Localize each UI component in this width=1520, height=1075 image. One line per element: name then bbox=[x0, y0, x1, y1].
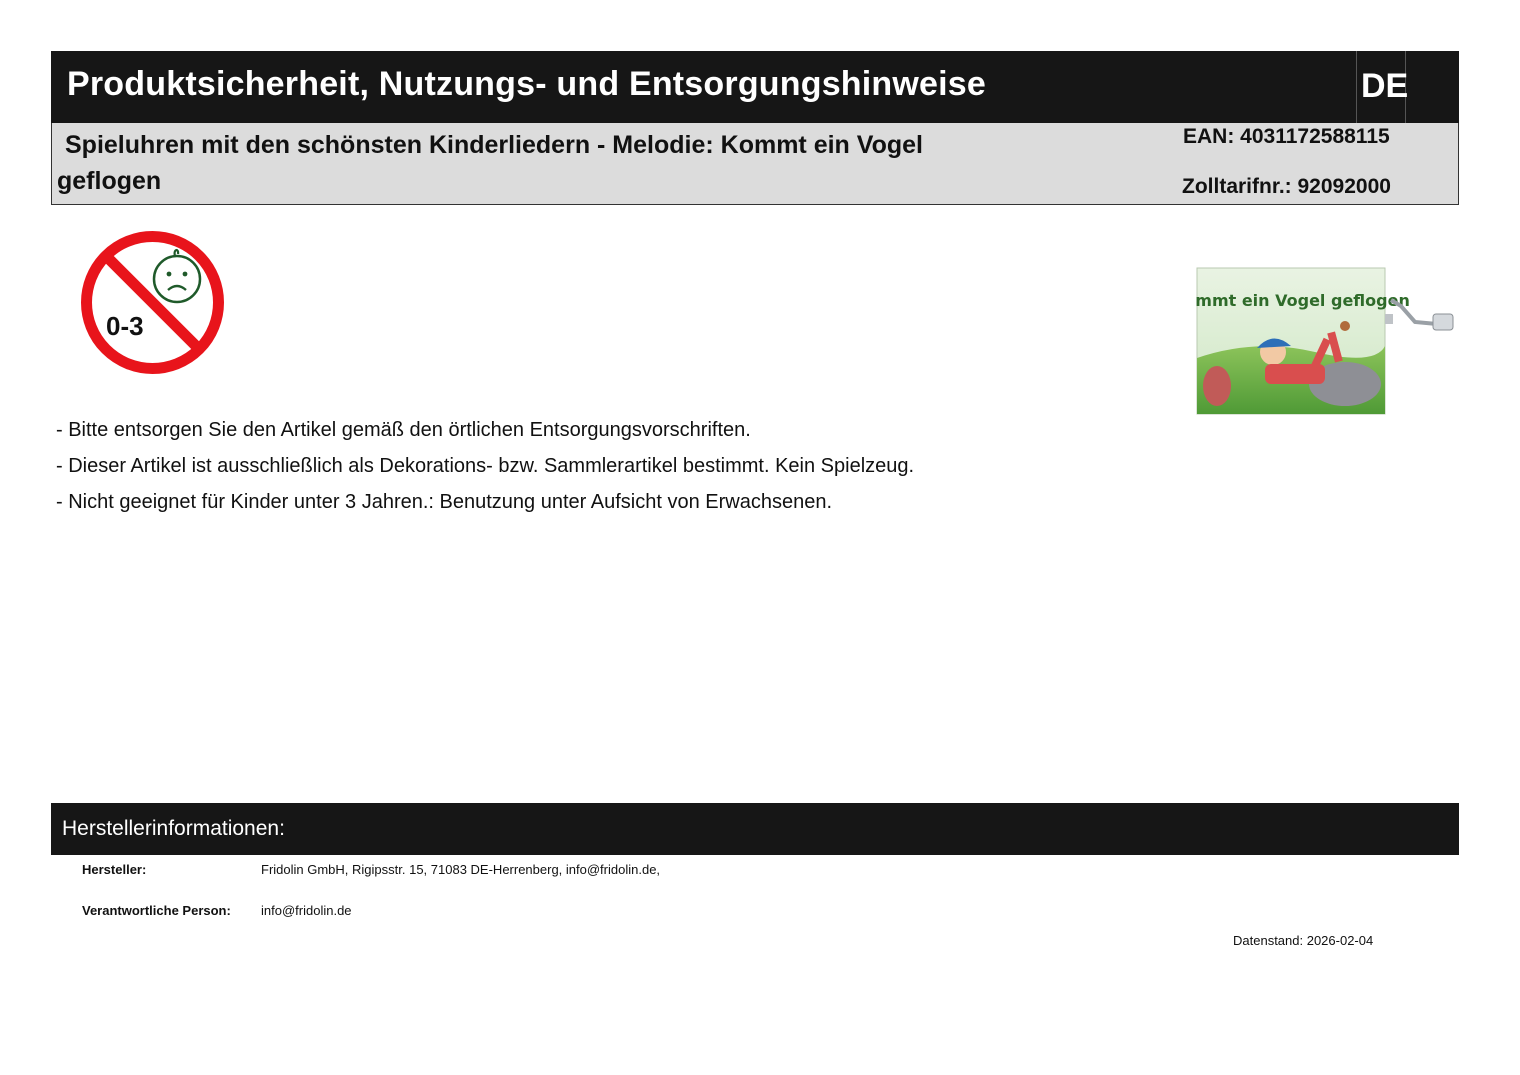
note-decoration: - Dieser Artikel ist ausschließlich als … bbox=[56, 455, 915, 477]
product-info-bar: Spieluhren mit den schönsten Kinderliede… bbox=[51, 123, 1459, 205]
responsible-person-label: Verantwortliche Person: bbox=[82, 903, 231, 918]
manufacturer-section-title: Herstellerinformationen: bbox=[62, 817, 285, 840]
header-bar: Produktsicherheit, Nutzungs- und Entsorg… bbox=[51, 51, 1459, 123]
note-age: - Nicht geeignet für Kinder unter 3 Jahr… bbox=[56, 491, 833, 513]
not-for-children-0-3-icon: 0-3 bbox=[81, 231, 224, 374]
age-range-label: 0-3 bbox=[106, 311, 144, 341]
page-title: Produktsicherheit, Nutzungs- und Entsorg… bbox=[67, 65, 987, 103]
product-name: Spieluhren mit den schönsten Kinderliede… bbox=[57, 131, 923, 195]
language-code: DE bbox=[1361, 67, 1409, 105]
ean-number: EAN: 4031172588115 bbox=[1183, 125, 1390, 148]
note-disposal: - Bitte entsorgen Sie den Artikel gemäß … bbox=[56, 419, 751, 441]
data-date: Datenstand: 2026-02-04 bbox=[1233, 933, 1374, 948]
music-box-title: Kommt ein Vogel geflogen bbox=[1195, 291, 1410, 310]
manufacturer-section-header: Herstellerinformationen: bbox=[51, 803, 1459, 855]
responsible-person-value: info@fridolin.de bbox=[261, 903, 352, 918]
manufacturer-label: Hersteller: bbox=[82, 862, 147, 877]
manufacturer-value: Fridolin GmbH, Rigipsstr. 15, 71083 DE-H… bbox=[261, 862, 661, 877]
language-box: DE bbox=[1356, 51, 1409, 123]
customs-tariff-number: Zolltarifnr.: 92092000 bbox=[1182, 175, 1391, 198]
music-box-product-image: Kommt ein Vogel geflogen bbox=[1195, 267, 1454, 415]
usage-notes: - Bitte entsorgen Sie den Artikel gemäß … bbox=[56, 412, 914, 520]
